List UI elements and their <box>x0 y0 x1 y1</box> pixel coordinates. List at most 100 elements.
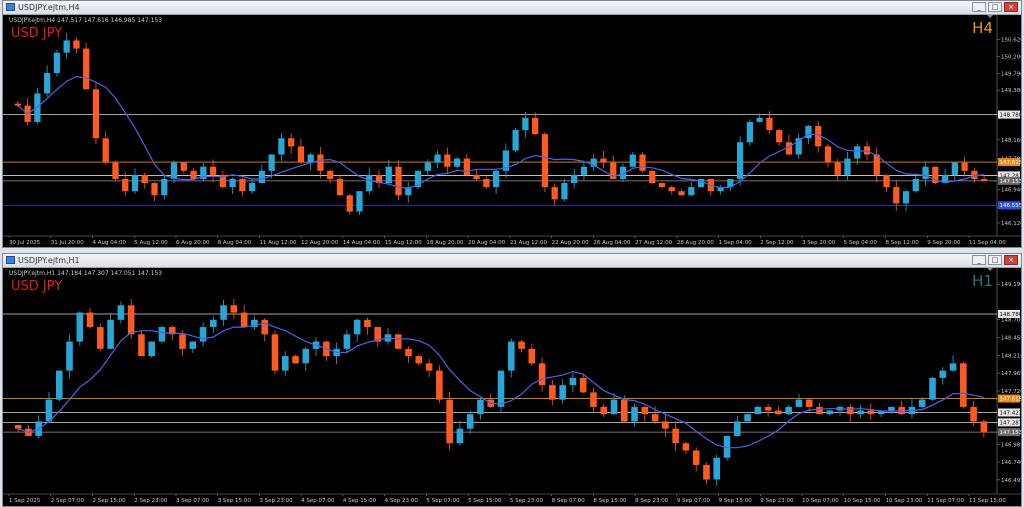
price-tick-label: 146.120 <box>1001 221 1021 227</box>
candle-body <box>179 334 186 349</box>
price-tick-label: 146.495 <box>1001 478 1021 484</box>
candle-body <box>668 187 675 192</box>
candle-body <box>918 399 926 407</box>
maximize-button[interactable]: □ <box>988 2 1002 12</box>
candle-body <box>307 154 314 163</box>
candle-body <box>102 138 109 163</box>
price-tick-label: 147.720 <box>1001 389 1021 395</box>
candle-body <box>629 154 636 167</box>
maximize-button[interactable]: □ <box>988 255 1002 265</box>
candle-body <box>518 341 525 349</box>
candle-body <box>268 154 275 171</box>
chart-window-h4[interactable]: USDJPY.ejtm,H4 _ □ × USDJPY.ejtm,H4 147.… <box>2 0 1022 248</box>
candle-body <box>734 421 741 436</box>
candle-body <box>473 174 480 179</box>
time-tick-label: 8 Sep 07:00 <box>552 498 586 504</box>
time-tick-label: 22 Aug 20:00 <box>552 240 590 246</box>
time-tick-label: 15 Aug 12:00 <box>385 240 423 246</box>
time-tick-label: 9 Sep 07:00 <box>677 498 711 504</box>
window-titlebar[interactable]: USDJPY.ejtm,H1 _ □ × <box>3 254 1021 268</box>
candle-body <box>949 363 957 371</box>
candle-body <box>559 385 566 400</box>
time-tick-label: 4 Sep 23:00 <box>385 498 419 504</box>
candle-body <box>893 187 900 204</box>
candle-body <box>230 305 238 313</box>
candlestick-chart-h1[interactable]: USDJPY.ejtm,H1 147.184 147.307 147.051 1… <box>3 267 1021 506</box>
candle-body <box>528 348 536 364</box>
candle-body <box>971 170 978 179</box>
time-tick-label: 9 Sep 23:00 <box>760 498 794 504</box>
candle-body <box>610 399 618 415</box>
candle-body <box>395 166 402 196</box>
candle-body <box>261 319 268 335</box>
candle-body <box>209 166 217 175</box>
time-tick-label: 4 Sep 07:00 <box>301 498 335 504</box>
candle-body <box>580 166 588 175</box>
candle-body <box>651 414 659 422</box>
candle-body <box>292 356 299 364</box>
price-tick-label: 148.160 <box>1001 138 1021 144</box>
time-tick-label: 10 Sep 15:00 <box>844 498 881 504</box>
time-tick-label: 4 Aug 04:00 <box>92 240 126 246</box>
candle-body <box>446 399 453 444</box>
time-tick-label: 28 Aug 20:00 <box>677 240 715 246</box>
candle-body <box>922 166 929 179</box>
time-tick-label: 1 Sep 2025 <box>9 498 41 504</box>
candle-body <box>678 191 685 196</box>
candle-body <box>76 312 84 342</box>
candle-body <box>122 178 129 192</box>
candle-body <box>713 457 721 480</box>
candle-body <box>532 117 539 135</box>
time-tick-label: 12 Aug 20:00 <box>301 240 339 246</box>
candle-body <box>73 40 80 49</box>
close-button[interactable]: × <box>1004 2 1018 12</box>
candle-body <box>844 158 851 175</box>
level-price-label: 148.780 <box>1000 113 1022 119</box>
candle-body <box>158 327 166 342</box>
candle-body <box>795 399 803 407</box>
candle-body <box>912 178 919 192</box>
candle-body <box>497 370 505 407</box>
time-tick-label: 2 Sep 12:00 <box>760 240 794 246</box>
chart-window-h1[interactable]: USDJPY.ejtm,H1 _ □ × USDJPY.ejtm,H1 147.… <box>2 253 1022 507</box>
candle-body <box>466 414 474 429</box>
candle-body <box>456 428 464 444</box>
time-tick-label: 8 Sep 15:00 <box>593 498 627 504</box>
candle-body <box>141 174 148 184</box>
window-titlebar[interactable]: USDJPY.ejtm,H4 _ □ × <box>3 1 1021 15</box>
candle-body <box>756 117 763 122</box>
candle-body <box>867 410 875 415</box>
candle-body <box>805 399 813 407</box>
candle-body <box>600 158 607 163</box>
price-tick-label: 148.705 <box>1001 317 1021 323</box>
time-tick-label: 11 Sep 04:00 <box>969 240 1006 246</box>
candle-body <box>336 178 344 196</box>
candle-body <box>131 174 139 192</box>
candle-body <box>394 334 402 349</box>
candle-body <box>220 305 227 320</box>
candle-body <box>639 154 646 171</box>
minimize-button[interactable]: _ <box>972 2 986 12</box>
time-tick-label: 1 Sep 04:00 <box>719 240 753 246</box>
candle-body <box>405 348 412 357</box>
candle-body <box>703 464 710 480</box>
candle-body <box>346 195 353 212</box>
chart-window-icon <box>6 256 15 264</box>
chart-shift-marker[interactable] <box>987 268 993 271</box>
candlestick-chart-h4[interactable]: USDJPY.ejtm,H4 147.517 147.616 146.985 1… <box>3 14 1021 247</box>
time-tick-label: 8 Sep 23:00 <box>635 498 669 504</box>
minimize-button[interactable]: _ <box>972 255 986 265</box>
chart-shift-marker[interactable] <box>987 15 993 18</box>
candle-body <box>161 178 168 196</box>
candle-body <box>961 162 968 171</box>
close-button[interactable]: × <box>1004 255 1018 265</box>
candle-body <box>692 450 700 465</box>
time-tick-label: 5 Aug 12:00 <box>134 240 168 246</box>
candle-body <box>764 406 772 411</box>
price-tick-label: 150.200 <box>1001 55 1021 61</box>
candle-body <box>356 191 363 212</box>
candle-body <box>14 103 22 106</box>
time-tick-label: 27 Aug 12:00 <box>635 240 673 246</box>
candle-body <box>754 406 762 415</box>
candle-body <box>55 370 63 400</box>
